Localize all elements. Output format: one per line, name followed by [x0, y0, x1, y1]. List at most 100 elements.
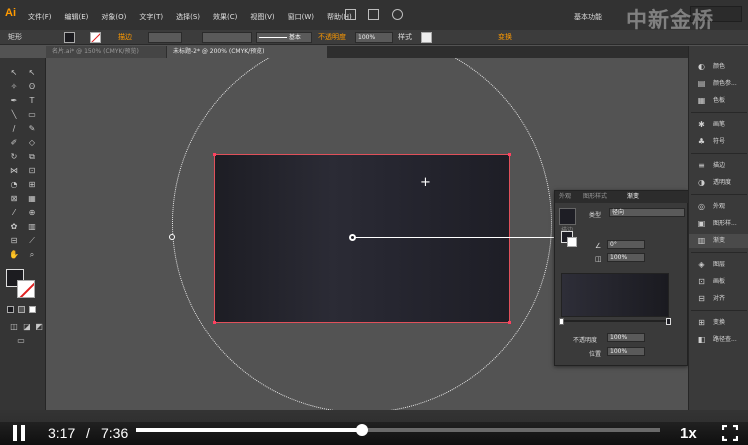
draw-behind-icon[interactable]: ◪	[22, 322, 32, 331]
type-tool-icon[interactable]: T	[27, 96, 37, 105]
opacity-field[interactable]: 100%	[355, 32, 393, 43]
shape-builder-tool-icon[interactable]: ◔	[9, 180, 19, 189]
dock-item-color-guide[interactable]: ▤ 颜色参...	[689, 77, 748, 91]
gradient-radius-handle[interactable]	[169, 234, 175, 240]
progress-bar[interactable]	[136, 424, 660, 436]
color-mode-icon[interactable]	[7, 306, 14, 313]
gradient-type-select[interactable]: 径向	[609, 208, 685, 217]
dock-item-align[interactable]: ⊟ 对齐	[689, 292, 748, 306]
free-transform-tool-icon[interactable]: ⊡	[27, 166, 37, 175]
workspace-switcher[interactable]: 基本功能	[574, 12, 602, 22]
tab-document-2[interactable]: 未标题-2* @ 200% (CMYK/预览)	[167, 46, 327, 58]
hand-tool-icon[interactable]: ✋	[9, 250, 19, 259]
aspect-ratio-field[interactable]: 100%	[607, 253, 645, 262]
rectangle-tool-icon[interactable]: ▭	[27, 110, 37, 119]
dock-item-gradient[interactable]: ▥ 渐变	[689, 234, 748, 248]
dock-item-pathfinder[interactable]: ◧ 路径查...	[689, 333, 748, 347]
layers-icon: ◈	[698, 260, 705, 269]
fullscreen-icon[interactable]	[722, 425, 738, 441]
line-tool-icon[interactable]: ╲	[9, 110, 19, 119]
artboard-tool-icon[interactable]: ⊟	[9, 236, 19, 245]
slice-tool-icon[interactable]: ⟋	[27, 236, 37, 245]
eyedropper-tool-icon[interactable]: ⁄	[9, 208, 19, 217]
magic-wand-tool-icon[interactable]: ✧	[9, 82, 19, 91]
rotate-tool-icon[interactable]: ↻	[9, 152, 19, 161]
gradient-slider[interactable]	[561, 320, 669, 322]
variable-width-field[interactable]	[202, 32, 252, 43]
stop-opacity-field[interactable]: 100%	[607, 333, 645, 342]
selection-tool-icon[interactable]: ↖	[9, 68, 19, 77]
arrange-documents-icon[interactable]	[368, 9, 379, 20]
dock-item-symbols[interactable]: ♣ 符号	[689, 135, 748, 149]
gradient-thumbnail[interactable]	[559, 208, 576, 225]
tab-gradient[interactable]: 渐变	[627, 191, 639, 203]
dock-item-appearance[interactable]: ◎ 外观	[689, 200, 748, 214]
gradient-tool-icon[interactable]: ▦	[27, 194, 37, 203]
eraser-tool-icon[interactable]: ◇	[27, 138, 37, 147]
pencil-tool-icon[interactable]: ✎	[27, 124, 37, 133]
zoom-tool-icon[interactable]: ⌕	[27, 250, 37, 259]
stroke-color-box[interactable]	[17, 280, 35, 298]
gradient-stroke-icon[interactable]	[567, 237, 577, 247]
brush-definition-field[interactable]: 基本	[256, 32, 312, 43]
dock-item-artboards[interactable]: ⊡ 画板	[689, 275, 748, 289]
gradient-stop-left[interactable]	[559, 318, 564, 325]
dock-item-brushes[interactable]: ✱ 画笔	[689, 118, 748, 132]
draw-inside-icon[interactable]: ◩	[34, 322, 44, 331]
dock-item-transparency[interactable]: ◑ 透明度	[689, 176, 748, 190]
align-icon: ⊟	[698, 294, 705, 303]
style-swatch[interactable]	[421, 32, 432, 43]
scale-tool-icon[interactable]: ⧉	[27, 152, 37, 161]
stroke-swatch[interactable]	[90, 32, 101, 43]
stop-location-field[interactable]: 100%	[607, 347, 645, 356]
blend-tool-icon[interactable]: ⊕	[27, 208, 37, 217]
style-label: 样式	[398, 33, 412, 41]
gpu-performance-icon[interactable]	[392, 9, 403, 20]
tab-appearance[interactable]: 外观	[559, 191, 571, 203]
symbol-sprayer-tool-icon[interactable]: ✿	[9, 222, 19, 231]
menu-item-select[interactable]: 选择(S)	[176, 12, 200, 22]
lasso-tool-icon[interactable]: ʘ	[27, 82, 37, 91]
tab-graphic-styles[interactable]: 图形样式	[583, 191, 607, 203]
tab-document-1[interactable]: 名片.ai* @ 150% (CMYK/预览)	[46, 46, 166, 58]
stroke-label[interactable]: 描边	[118, 32, 132, 42]
blob-brush-tool-icon[interactable]: ✐	[9, 138, 19, 147]
mesh-tool-icon[interactable]: ⊠	[9, 194, 19, 203]
perspective-grid-tool-icon[interactable]: ⊞	[27, 180, 37, 189]
paintbrush-tool-icon[interactable]: ∕	[9, 124, 19, 133]
transform-label[interactable]: 变换	[498, 32, 512, 42]
column-graph-tool-icon[interactable]: ▥	[27, 222, 37, 231]
pause-button[interactable]	[12, 425, 26, 441]
dock-item-layers[interactable]: ◈ 图层	[689, 258, 748, 272]
gradient-stop-right[interactable]	[666, 318, 671, 325]
dock-item-graphic-styles[interactable]: ▣ 图形样...	[689, 217, 748, 231]
fill-swatch[interactable]	[64, 32, 75, 43]
menu-item-object[interactable]: 对象(O)	[101, 12, 126, 22]
dock-item-swatches[interactable]: ▦ 色板	[689, 94, 748, 108]
gradient-origin-handle[interactable]	[349, 234, 356, 241]
playback-speed-button[interactable]: 1x	[680, 425, 697, 442]
angle-field[interactable]: 0°	[607, 240, 645, 249]
dock-item-stroke[interactable]: ≡ 描边	[689, 159, 748, 173]
opacity-label[interactable]: 不透明度	[318, 32, 346, 42]
menu-item-file[interactable]: 文件(F)	[28, 12, 52, 22]
dock-item-color[interactable]: ◐ 颜色	[689, 60, 748, 74]
progress-knob[interactable]	[356, 424, 369, 436]
gradient-mode-icon[interactable]	[18, 306, 25, 313]
screen-mode-icon[interactable]: ▭	[16, 336, 26, 345]
menu-item-effect[interactable]: 效果(C)	[213, 12, 237, 22]
gradient-preview[interactable]	[561, 273, 669, 317]
draw-normal-icon[interactable]: ◫	[9, 322, 19, 331]
none-mode-icon[interactable]	[29, 306, 36, 313]
width-tool-icon[interactable]: ⋈	[9, 166, 19, 175]
gradient-annotator-line[interactable]	[355, 237, 568, 238]
menu-item-edit[interactable]: 编辑(E)	[65, 12, 89, 22]
dock-item-transform[interactable]: ⊞ 变换	[689, 316, 748, 330]
stroke-weight-field[interactable]	[148, 32, 182, 43]
direct-selection-tool-icon[interactable]: ↖	[27, 68, 37, 77]
menu-item-view[interactable]: 视图(V)	[250, 12, 274, 22]
menu-item-type[interactable]: 文字(T)	[139, 12, 163, 22]
bridge-icon[interactable]	[345, 9, 356, 20]
menu-item-window[interactable]: 窗口(W)	[288, 12, 314, 22]
pen-tool-icon[interactable]: ✒	[9, 96, 19, 105]
